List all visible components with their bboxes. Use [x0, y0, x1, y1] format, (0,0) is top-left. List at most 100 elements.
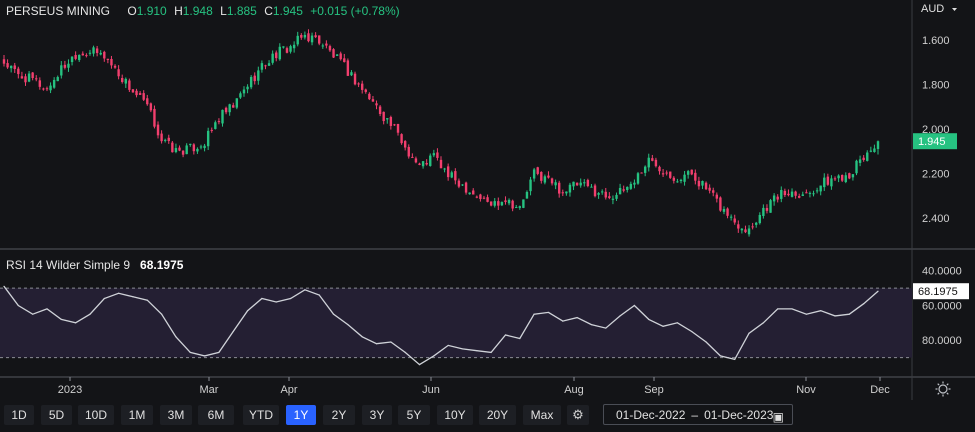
- candle-body: [651, 158, 654, 161]
- date-range-picker[interactable]: 01-Dec-2022–01-Dec-2023 ▣: [603, 404, 793, 425]
- candle-body: [110, 58, 113, 66]
- time-axis-label: Mar: [200, 384, 219, 396]
- currency-label: AUD: [921, 3, 944, 15]
- candle-body: [135, 90, 138, 96]
- range-button-6m[interactable]: 6M: [198, 405, 234, 425]
- range-button-1m[interactable]: 1M: [121, 405, 153, 425]
- candle-body: [558, 182, 561, 194]
- range-button-5d[interactable]: 5D: [41, 405, 72, 425]
- range-button-max[interactable]: Max: [523, 405, 561, 425]
- chart-canvas[interactable]: AUD2.4002.2002.0001.8001.60080.000060.00…: [0, 0, 975, 427]
- rsi-point: [633, 304, 636, 307]
- candle-body: [206, 130, 210, 147]
- candle-body: [246, 86, 249, 90]
- candle-body: [515, 207, 518, 209]
- candle-body: [117, 69, 120, 77]
- candle-body: [35, 78, 38, 80]
- range-button-10d[interactable]: 10D: [78, 405, 114, 425]
- candle-body: [583, 182, 586, 184]
- candle-body: [217, 121, 221, 123]
- candle-body: [665, 172, 668, 174]
- currency-dropdown-icon: [952, 8, 957, 11]
- range-button-3y[interactable]: 3Y: [362, 405, 392, 425]
- chart-settings-icon-ray: [937, 392, 940, 395]
- candle-body: [586, 180, 590, 187]
- rsi-point: [218, 351, 220, 353]
- rsi-point: [877, 290, 879, 292]
- range-button-10y[interactable]: 10Y: [437, 405, 473, 425]
- chart-settings-icon[interactable]: [935, 381, 951, 397]
- settings-gear-icon[interactable]: ⚙: [567, 405, 589, 425]
- rsi-point: [748, 332, 750, 334]
- candle-body: [181, 150, 185, 155]
- candle-body: [540, 171, 543, 181]
- candle-body: [2, 59, 6, 64]
- candle-body: [697, 180, 701, 187]
- candle-body: [131, 89, 135, 93]
- candle-body: [321, 45, 324, 47]
- candle-body: [801, 194, 804, 196]
- candle-body: [436, 152, 439, 158]
- candle-body: [866, 152, 869, 161]
- candle-body: [124, 78, 127, 84]
- candle-body: [482, 197, 486, 199]
- range-button-ytd[interactable]: YTD: [243, 405, 279, 425]
- rsi-point: [648, 318, 650, 320]
- candle-body: [712, 190, 715, 193]
- candle-body: [565, 191, 568, 194]
- candle-body: [629, 183, 633, 189]
- range-button-20y[interactable]: 20Y: [479, 405, 516, 425]
- candle-body: [529, 179, 532, 192]
- range-button-1d[interactable]: 1D: [4, 405, 34, 425]
- candle-body: [797, 196, 801, 198]
- candle-body: [378, 106, 382, 115]
- candle-body: [171, 142, 174, 153]
- candle-body: [830, 178, 833, 187]
- candle-body: [686, 171, 690, 175]
- candle-body: [661, 173, 665, 175]
- candle-body: [242, 89, 246, 94]
- candle-body: [421, 161, 425, 167]
- rsi-point: [490, 351, 492, 353]
- candle-body: [364, 89, 367, 92]
- candle-body: [257, 70, 260, 81]
- candle-body: [808, 192, 812, 194]
- candle-body: [726, 208, 729, 216]
- chart-area[interactable]: AUD 2.400 2.200 2.000 1.800 1.600 80.0000 60.00…: [0, 0, 975, 427]
- time-axis-label: Jun: [422, 384, 440, 396]
- range-toolbar: 1D 5D 10D 1M 3M 6M YTD 1Y 2Y 3Y 5Y 10Y 20Y Max ⚙ 01-D…: [0, 402, 975, 427]
- candle-body: [489, 201, 493, 206]
- candle-body: [504, 200, 507, 203]
- time-axis-label: Apr: [280, 384, 297, 396]
- rsi-point: [848, 313, 850, 315]
- rsi-point: [189, 351, 191, 353]
- rsi-point: [304, 289, 306, 291]
- candle-body: [267, 63, 271, 66]
- candle-body: [357, 83, 360, 85]
- price-tick-label: 1.600: [922, 35, 950, 47]
- candle-body: [812, 193, 815, 195]
- candle-body: [518, 206, 522, 208]
- range-button-3m[interactable]: 3M: [160, 405, 192, 425]
- range-button-1y[interactable]: 1Y: [286, 405, 316, 425]
- rsi-point: [332, 313, 335, 315]
- rsi-value: 68.1975: [140, 258, 184, 272]
- rsi-point: [662, 325, 664, 327]
- candle-body: [475, 196, 479, 198]
- candle-body: [429, 155, 432, 166]
- candle-body: [507, 199, 511, 204]
- candle-body: [314, 35, 317, 38]
- symbol-name: PERSEUS MINING: [6, 4, 111, 18]
- candle-body: [20, 76, 24, 79]
- candle-body: [339, 53, 342, 60]
- candle-body: [740, 228, 744, 231]
- candle-body: [27, 73, 31, 82]
- candle-body: [615, 194, 618, 199]
- candle-body: [239, 93, 242, 98]
- range-button-2y[interactable]: 2Y: [323, 405, 355, 425]
- candle-body: [461, 184, 464, 186]
- range-button-5y[interactable]: 5Y: [398, 405, 430, 425]
- candle-body: [192, 144, 196, 152]
- candle-body: [400, 134, 403, 144]
- candle-body: [525, 191, 529, 199]
